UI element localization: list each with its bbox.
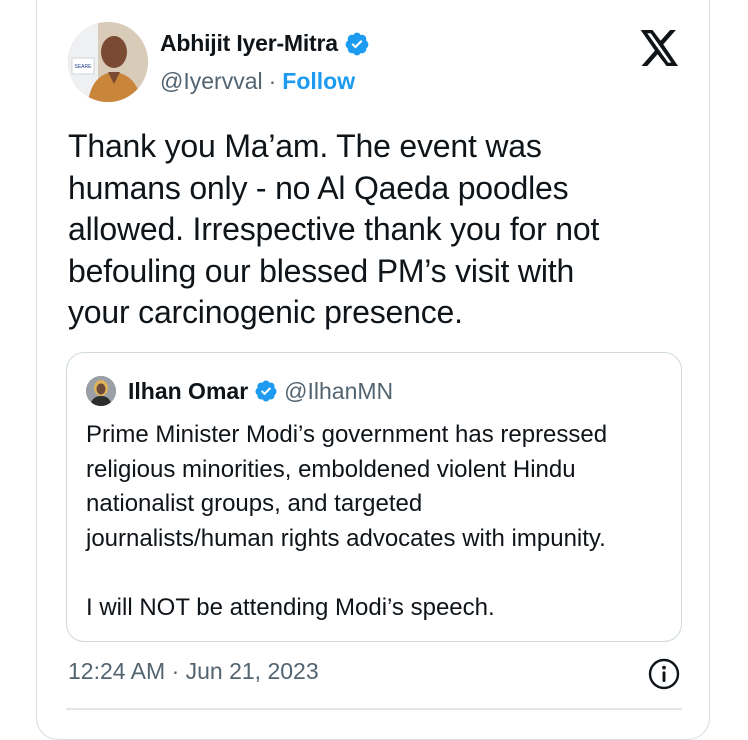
quoted-line: nationalist groups, and targeted — [86, 490, 423, 517]
x-logo-icon[interactable] — [640, 30, 680, 66]
quoted-line: Prime Minister Modi’s government has rep… — [86, 421, 608, 448]
quoted-line: I will NOT be attending Modi’s speech. — [86, 593, 495, 621]
author-name-row: Abhijit Iyer-Mitra — [160, 30, 370, 57]
verified-badge-icon — [255, 380, 277, 402]
quoted-line: journalists/human rights advocates with … — [86, 524, 606, 552]
author-handle-row: @Iyervval · Follow — [160, 68, 355, 95]
follow-button[interactable]: Follow — [282, 68, 355, 95]
footer-divider — [66, 708, 682, 710]
quoted-header: Ilhan Omar @IlhanMN — [128, 376, 393, 406]
quoted-author-handle[interactable]: @IlhanMN — [284, 378, 393, 405]
tweet-timestamp[interactable]: 12:24 AM · Jun 21, 2023 — [68, 658, 319, 685]
tweet-line: your carcinogenic presence. — [68, 294, 463, 330]
verified-badge-icon — [345, 32, 369, 55]
tweet-line: Thank you Ma’am. The event was — [68, 128, 542, 164]
svg-text:SEARE: SEARE — [75, 64, 93, 70]
info-icon[interactable] — [648, 658, 680, 690]
author-name[interactable]: Abhijit Iyer-Mitra — [160, 30, 338, 57]
tweet-line: allowed. Irrespective thank you for not — [68, 211, 600, 247]
author-avatar[interactable]: SEARE — [68, 22, 148, 102]
quoted-author-name[interactable]: Ilhan Omar — [128, 378, 248, 405]
tweet-line: befouling our blessed PM’s visit with — [68, 252, 575, 289]
author-handle[interactable]: @Iyervval — [160, 68, 263, 95]
quoted-text: Prime Minister Modi’s government has rep… — [86, 418, 676, 625]
tweet-line: humans only - no Al Qaeda poodles — [68, 169, 569, 206]
separator-dot: · — [268, 68, 277, 94]
quoted-author-avatar[interactable] — [86, 376, 116, 406]
tweet-text: Thank you Ma’am. The event was humans on… — [68, 126, 688, 334]
quoted-line: religious minorities, emboldened violent… — [86, 455, 576, 483]
